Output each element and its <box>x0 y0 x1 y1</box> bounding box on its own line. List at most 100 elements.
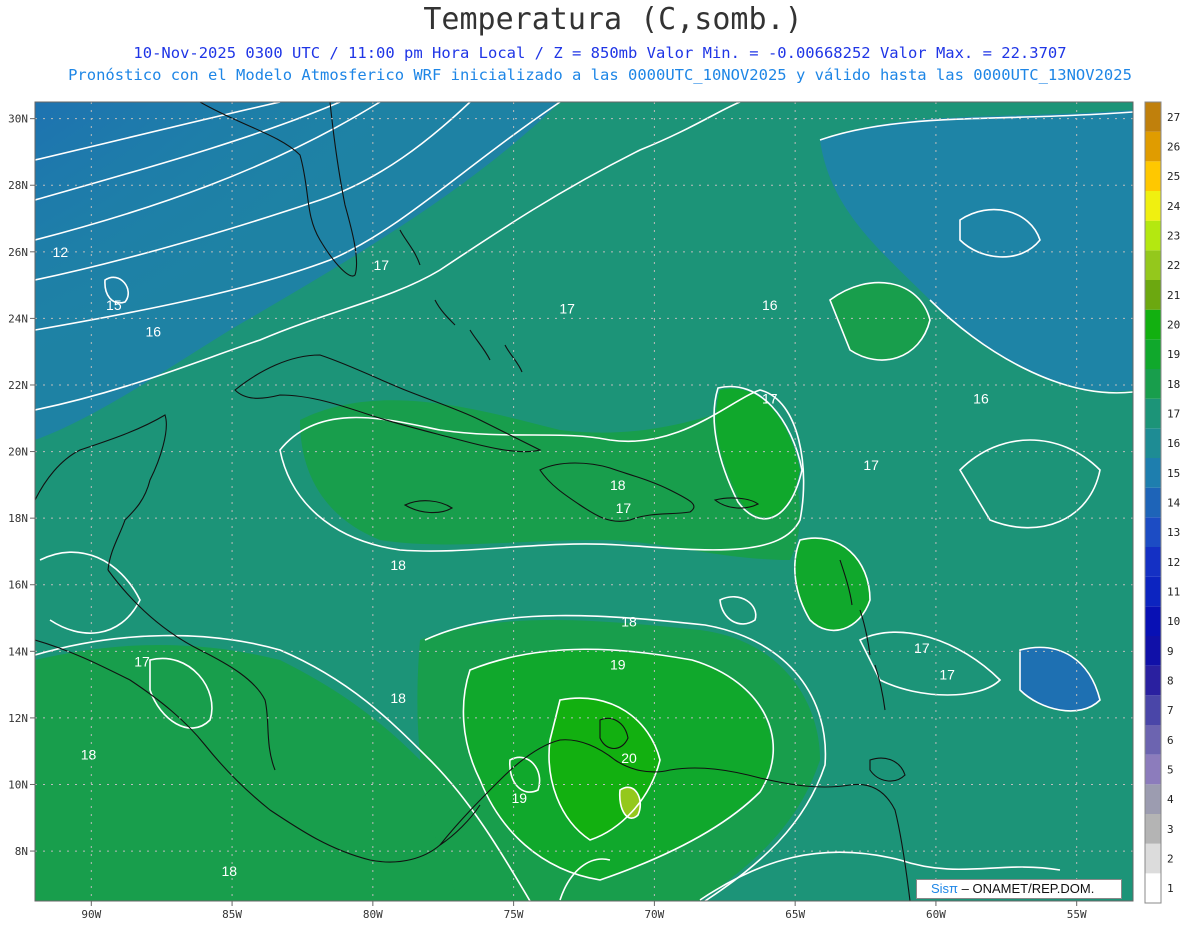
colorbar-label: 8 <box>1167 675 1174 688</box>
colorbar-swatch <box>1145 576 1161 607</box>
colorbar-swatch <box>1145 873 1161 903</box>
credit-box: Sisπ – ONAMET/REP.DOM. <box>916 879 1122 899</box>
colorbar-swatch <box>1145 754 1161 785</box>
colorbar-swatch <box>1145 102 1161 132</box>
colorbar-swatch <box>1145 428 1161 458</box>
lon-tick-label: 85W <box>222 908 242 921</box>
colorbar-label: 10 <box>1167 615 1180 628</box>
contour-label: 18 <box>221 863 237 879</box>
contour-label: 17 <box>762 390 778 406</box>
colorbar-label: 26 <box>1167 141 1180 154</box>
colorbar-label: 5 <box>1167 764 1174 777</box>
colorbar-swatch <box>1145 161 1161 191</box>
temperature-map: 90W 85W 80W 75W 70W 65W 60W 55W 30N28N26N24N22N… <box>8 101 1181 921</box>
colorbar-swatch <box>1145 487 1161 518</box>
lon-tick-label: 65W <box>785 908 805 921</box>
colorbar-label: 14 <box>1167 497 1181 510</box>
colorbar-label: 2 <box>1167 853 1174 866</box>
lon-tick-label: 90W <box>81 908 101 921</box>
colorbar-swatch <box>1145 725 1161 755</box>
colorbar-label: 9 <box>1167 645 1174 658</box>
lat-tick-label: 18N <box>8 512 28 525</box>
colorbar-label: 18 <box>1167 378 1180 391</box>
colorbar-label: 25 <box>1167 170 1180 183</box>
lat-tick-label: 26N <box>8 246 28 259</box>
contour-label: 18 <box>390 690 406 706</box>
colorbar-swatch <box>1145 606 1161 636</box>
lat-tick-label: 14N <box>8 645 28 658</box>
colorbar-swatch <box>1145 843 1161 874</box>
lat-tick-label: 20N <box>8 446 28 459</box>
colorbar-swatch <box>1145 220 1161 251</box>
contour-label: 18 <box>390 557 406 573</box>
lon-tick-label: 70W <box>644 908 664 921</box>
lon-tick-label: 55W <box>1067 908 1087 921</box>
latitude-labels: 30N 28N 26N 24N 22N 20N 18N 16N 14N 12N 10N 8N <box>8 113 28 858</box>
colorbar: 1234567891011121314151617181920212223242… <box>1144 101 1181 904</box>
colorbar-label: 23 <box>1167 230 1180 243</box>
colorbar-label: 22 <box>1167 259 1180 272</box>
colorbar-label: 20 <box>1167 319 1180 332</box>
contour-label: 17 <box>863 457 879 473</box>
contour-label: 17 <box>374 257 390 273</box>
contour-label: 16 <box>973 390 989 406</box>
lat-tick-label: 10N <box>8 778 28 791</box>
colorbar-label: 15 <box>1167 467 1180 480</box>
colorbar-swatch <box>1145 784 1161 814</box>
colorbar-swatch <box>1145 547 1161 577</box>
colorbar-label: 21 <box>1167 289 1180 302</box>
contour-label: 18 <box>621 613 637 629</box>
colorbar-swatch <box>1145 250 1161 280</box>
colorbar-swatch <box>1145 458 1161 488</box>
contour-label: 20 <box>621 750 637 766</box>
colorbar-swatch <box>1145 636 1161 666</box>
lat-tick-label: 24N <box>8 312 28 325</box>
colorbar-swatch <box>1145 191 1161 221</box>
contour-label: 18 <box>610 477 626 493</box>
colorbar-label: 7 <box>1167 704 1174 717</box>
lat-tick-label: 8N <box>15 845 28 858</box>
colorbar-label: 17 <box>1167 408 1180 421</box>
sispi-logo-text: Sisπ <box>931 881 959 896</box>
colorbar-swatch <box>1145 369 1161 399</box>
colorbar-label: 11 <box>1167 586 1180 599</box>
contour-label: 12 <box>53 244 69 260</box>
contour-label: 17 <box>616 500 632 516</box>
contour-label: 18 <box>81 747 97 763</box>
lat-tick-label: 22N <box>8 379 28 392</box>
colorbar-label: 12 <box>1167 556 1180 569</box>
colorbar-label: 4 <box>1167 793 1174 806</box>
colorbar-swatch <box>1145 814 1161 844</box>
colorbar-label: 13 <box>1167 526 1180 539</box>
lat-tick-label: 30N <box>8 113 28 126</box>
contour-label: 17 <box>559 300 575 316</box>
colorbar-label: 6 <box>1167 734 1174 747</box>
contour-label: 16 <box>145 324 161 340</box>
lon-tick-label: 75W <box>504 908 524 921</box>
contour-label: 15 <box>106 297 122 313</box>
contour-label: 17 <box>134 653 150 669</box>
contour-label: 17 <box>939 667 955 683</box>
colorbar-label: 16 <box>1167 437 1180 450</box>
longitude-labels: 90W 85W 80W 75W 70W 65W 60W 55W <box>81 908 1087 921</box>
colorbar-swatch <box>1145 665 1161 696</box>
colorbar-swatch <box>1145 695 1161 725</box>
colorbar-label: 19 <box>1167 348 1180 361</box>
colorbar-swatch <box>1145 131 1161 162</box>
lat-tick-label: 28N <box>8 179 28 192</box>
contour-label: 17 <box>914 640 930 656</box>
lat-tick-label: 16N <box>8 579 28 592</box>
colorbar-label: 27 <box>1167 111 1180 124</box>
contour-label: 16 <box>762 297 778 313</box>
credit-org: – ONAMET/REP.DOM. <box>958 881 1095 896</box>
contour-label: 19 <box>610 657 626 673</box>
lat-tick-label: 12N <box>8 712 28 725</box>
colorbar-label: 3 <box>1167 823 1174 836</box>
colorbar-swatch <box>1145 309 1161 340</box>
colorbar-swatch <box>1145 280 1161 310</box>
colorbar-swatch <box>1145 517 1161 547</box>
colorbar-label: 1 <box>1167 882 1174 895</box>
lon-tick-label: 80W <box>363 908 383 921</box>
colorbar-label: 24 <box>1167 200 1181 213</box>
contour-label: 19 <box>511 790 527 806</box>
